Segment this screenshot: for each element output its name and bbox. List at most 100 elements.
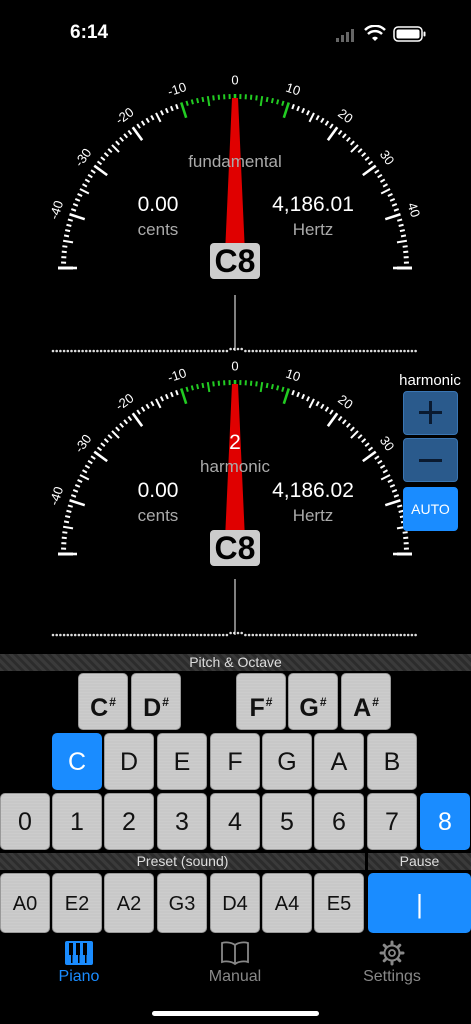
spectrum-dot (325, 633, 329, 637)
key-e[interactable]: E (157, 733, 207, 790)
scale-tick (276, 99, 280, 105)
scale-tick (265, 382, 269, 389)
preset-d4[interactable]: D4 (210, 873, 260, 933)
spectrum-dot (307, 633, 310, 637)
scale-tick (308, 112, 315, 123)
spectrum-dot (414, 633, 417, 637)
spectrum-dot (210, 349, 214, 353)
preset-a4[interactable]: A4 (262, 873, 312, 933)
wifi-icon (364, 24, 386, 48)
pause-header: Pause (368, 853, 471, 870)
scale-tick (82, 183, 88, 188)
pause-button[interactable]: | (368, 873, 471, 933)
tab-manual-label: Manual (208, 968, 262, 985)
spectrum-dot (388, 349, 392, 353)
spectrum-dot (173, 633, 177, 637)
octave-8[interactable]: 8 (420, 793, 470, 850)
octave-6[interactable]: 6 (314, 793, 364, 850)
piano-icon (65, 941, 93, 965)
scale-tick (326, 126, 339, 141)
scale-label: -30 (71, 431, 94, 455)
cents-value: 0.00 (137, 193, 179, 216)
key-a-sharp[interactable]: A# (341, 673, 391, 730)
hertz-value: 4,186.02 (272, 479, 354, 502)
scale-tick (87, 173, 93, 179)
key-g-sharp[interactable]: G# (288, 673, 338, 730)
spectrum-dot (107, 349, 110, 353)
scale-tick (259, 95, 264, 107)
tab-manual[interactable]: Manual (175, 940, 295, 986)
scale-label: -20 (112, 104, 136, 127)
scale-tick (62, 239, 74, 244)
key-b[interactable]: B (367, 733, 417, 790)
key-d-sharp[interactable]: D# (131, 673, 181, 730)
scale-tick (377, 173, 383, 179)
spectrum-dot (355, 633, 358, 637)
spectrum-dot (51, 633, 55, 637)
preset-a0[interactable]: A0 (0, 873, 50, 933)
spectrum-dot (358, 349, 362, 353)
scale-tick (150, 115, 155, 121)
tab-settings[interactable]: Settings (332, 940, 452, 986)
octave-2[interactable]: 2 (104, 793, 154, 850)
spectrum-dot (107, 633, 110, 637)
scale-tick (119, 136, 124, 142)
key-f[interactable]: F (210, 733, 260, 790)
scale-tick (282, 102, 291, 119)
scale-tick (212, 95, 215, 101)
octave-7[interactable]: 7 (367, 793, 417, 850)
scale-tick (67, 218, 73, 222)
harmonic-auto-button[interactable]: AUTO (403, 487, 458, 531)
scale-tick (115, 426, 121, 432)
spectrum-dot (51, 349, 55, 353)
scale-tick (324, 120, 330, 126)
scale-tick (185, 100, 189, 106)
scale-tick (196, 383, 200, 390)
spectrum-dot (295, 349, 299, 353)
preset-a2[interactable]: A2 (104, 873, 154, 933)
scale-tick (350, 144, 359, 153)
octave-4[interactable]: 4 (210, 793, 260, 850)
octave-3[interactable]: 3 (157, 793, 207, 850)
spectrum-dot (73, 349, 77, 353)
harmonic-minus-button[interactable] (403, 438, 458, 482)
spectrum-dot (66, 349, 70, 353)
harmonic-plus-button[interactable] (403, 391, 458, 435)
preset-g3[interactable]: G3 (157, 873, 207, 933)
spectrum-dot (99, 349, 103, 353)
key-c-sharp[interactable]: C# (78, 673, 128, 730)
spectrum-dot (181, 349, 184, 353)
spectrum-dot (166, 349, 169, 353)
key-g[interactable]: G (262, 733, 312, 790)
spectrum-dot (281, 349, 284, 353)
scale-tick (384, 498, 401, 507)
key-a[interactable]: A (314, 733, 364, 790)
spectrum-dot (414, 349, 417, 353)
tab-piano[interactable]: Piano (19, 940, 139, 986)
preset-e5[interactable]: E5 (314, 873, 364, 933)
scale-tick (393, 208, 400, 212)
key-d[interactable]: D (104, 733, 154, 790)
key-c[interactable]: C (52, 733, 102, 790)
scale-tick (282, 388, 291, 405)
spectrum-dot (381, 349, 384, 353)
scale-tick (329, 123, 334, 129)
fundamental-label: fundamental (188, 152, 282, 171)
scale-tick (140, 406, 146, 412)
spectrum-dot (395, 349, 399, 353)
scale-tick (164, 107, 169, 114)
key-f-sharp[interactable]: F# (236, 673, 286, 730)
preset-e2[interactable]: E2 (52, 873, 102, 933)
scale-tick (346, 422, 351, 428)
scale-label: -40 (46, 199, 66, 222)
octave-1[interactable]: 1 (52, 793, 102, 850)
spectrum-dot (136, 633, 140, 637)
gear-icon (379, 940, 405, 966)
scale-tick (387, 479, 393, 483)
octave-5[interactable]: 5 (262, 793, 312, 850)
octave-0[interactable]: 0 (0, 793, 50, 850)
spectrum-dot (159, 349, 162, 353)
scale-label: -20 (112, 390, 136, 413)
scale-tick (70, 208, 77, 212)
spectrum-dot (366, 349, 369, 353)
